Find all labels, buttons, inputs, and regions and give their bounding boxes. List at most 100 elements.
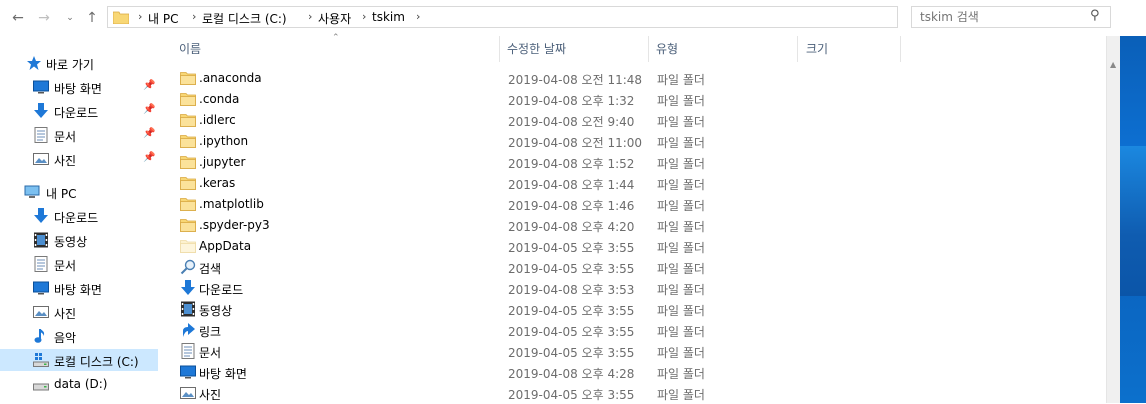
file-type: 파일 폴더 bbox=[657, 241, 705, 255]
breadcrumb-tskim[interactable]: tskim bbox=[372, 10, 405, 24]
nav-quick-documents[interactable]: 문서 📌 bbox=[0, 124, 158, 146]
forward-arrow-icon[interactable]: → bbox=[36, 10, 52, 26]
file-type: 파일 폴더 bbox=[657, 73, 705, 87]
file-row[interactable]: 문서 2019-04-05 오후 3:55 파일 폴더 bbox=[178, 341, 1098, 362]
file-type: 파일 폴더 bbox=[657, 283, 705, 297]
breadcrumb-separator-icon[interactable]: › bbox=[308, 10, 312, 23]
nav-label: 사진 bbox=[54, 307, 77, 321]
pin-icon[interactable]: 📌 bbox=[143, 104, 155, 116]
nav-label: 로컬 디스크 (C:) bbox=[54, 355, 139, 369]
column-divider[interactable] bbox=[797, 36, 798, 62]
recent-locations-chevron-icon[interactable]: ⌄ bbox=[62, 10, 78, 26]
nav-pc-documents[interactable]: 문서 bbox=[0, 253, 158, 275]
column-header-type[interactable]: 유형 bbox=[656, 40, 678, 57]
column-header-date[interactable]: 수정한 날짜 bbox=[507, 40, 566, 57]
document-icon bbox=[34, 256, 48, 272]
file-row[interactable]: .idlerc 2019-04-08 오전 9:40 파일 폴더 bbox=[178, 110, 1098, 131]
music-icon bbox=[34, 329, 45, 343]
breadcrumb-separator-icon[interactable]: › bbox=[416, 10, 420, 23]
file-name: .ipython bbox=[199, 134, 249, 148]
desktop-icon bbox=[180, 364, 196, 380]
file-row[interactable]: .conda 2019-04-08 오후 1:32 파일 폴더 bbox=[178, 89, 1098, 110]
file-type: 파일 폴더 bbox=[657, 388, 705, 402]
nav-pc-pictures[interactable]: 사진 bbox=[0, 301, 158, 323]
nav-this-pc[interactable]: 내 PC bbox=[0, 181, 158, 203]
nav-label: 바탕 화면 bbox=[54, 283, 102, 297]
file-row[interactable]: 바탕 화면 2019-04-08 오후 4:28 파일 폴더 bbox=[178, 362, 1098, 383]
file-row[interactable]: .ipython 2019-04-08 오전 11:00 파일 폴더 bbox=[178, 131, 1098, 152]
address-bar[interactable]: › 내 PC › 로컬 디스크 (C:) › 사용자 › tskim › ⌄ ↻ bbox=[107, 6, 999, 28]
breadcrumb-users[interactable]: 사용자 bbox=[318, 10, 351, 27]
scroll-up-arrow-icon[interactable]: ▲ bbox=[1110, 60, 1116, 69]
breadcrumb-separator-icon[interactable]: › bbox=[362, 10, 366, 23]
file-type: 파일 폴더 bbox=[657, 115, 705, 129]
file-type: 파일 폴더 bbox=[657, 325, 705, 339]
file-row[interactable]: .anaconda 2019-04-08 오전 11:48 파일 폴더 bbox=[178, 68, 1098, 89]
file-name: AppData bbox=[199, 239, 252, 253]
file-type: 파일 폴더 bbox=[657, 262, 705, 276]
column-divider[interactable] bbox=[900, 36, 901, 62]
star-icon bbox=[27, 56, 41, 70]
column-divider[interactable] bbox=[499, 36, 500, 62]
nav-pc-local-disk[interactable]: 로컬 디스크 (C:) bbox=[0, 349, 158, 371]
search-input[interactable] bbox=[920, 9, 1080, 25]
nav-pc-downloads[interactable]: 다운로드 bbox=[0, 205, 158, 227]
file-name: 사진 bbox=[199, 388, 222, 402]
back-arrow-icon[interactable]: ← bbox=[10, 10, 26, 26]
file-modified-date: 2019-04-08 오전 9:40 bbox=[508, 115, 635, 129]
file-modified-date: 2019-04-08 오후 4:20 bbox=[508, 220, 635, 234]
nav-quick-downloads[interactable]: 다운로드 📌 bbox=[0, 100, 158, 122]
nav-label: 음악 bbox=[54, 331, 77, 345]
column-header-name[interactable]: 이름 bbox=[179, 40, 201, 57]
pin-icon[interactable]: 📌 bbox=[143, 128, 155, 140]
search-icon bbox=[180, 259, 196, 275]
search-box[interactable]: ⚲ bbox=[911, 6, 1111, 28]
breadcrumb-this-pc[interactable]: 내 PC bbox=[148, 10, 178, 27]
column-header-size[interactable]: 크기 bbox=[806, 40, 828, 57]
nav-quick-desktop[interactable]: 바탕 화면 📌 bbox=[0, 76, 158, 98]
breadcrumb-local-disk[interactable]: 로컬 디스크 (C:) bbox=[202, 10, 287, 27]
folder-icon bbox=[180, 217, 196, 233]
nav-pc-music[interactable]: 음악 bbox=[0, 325, 158, 347]
file-row[interactable]: .keras 2019-04-08 오후 1:44 파일 폴더 bbox=[178, 173, 1098, 194]
breadcrumb-separator-icon[interactable]: › bbox=[192, 10, 196, 23]
search-icon[interactable]: ⚲ bbox=[1090, 8, 1100, 23]
folder-icon bbox=[180, 70, 196, 86]
drive-icon bbox=[33, 383, 49, 391]
file-modified-date: 2019-04-08 오전 11:00 bbox=[508, 136, 643, 150]
file-row[interactable]: .matplotlib 2019-04-08 오후 1:46 파일 폴더 bbox=[178, 194, 1098, 215]
nav-pc-videos[interactable]: 동영상 bbox=[0, 229, 158, 251]
pin-icon[interactable]: 📌 bbox=[143, 152, 155, 164]
file-row[interactable]: 링크 2019-04-05 오후 3:55 파일 폴더 bbox=[178, 320, 1098, 341]
breadcrumb-separator-icon[interactable]: › bbox=[138, 10, 142, 23]
column-divider[interactable] bbox=[648, 36, 649, 62]
download-icon bbox=[34, 208, 48, 223]
nav-pc-desktop[interactable]: 바탕 화면 bbox=[0, 277, 158, 299]
nav-quick-access[interactable]: 바로 가기 bbox=[0, 52, 158, 74]
file-row[interactable]: AppData 2019-04-05 오후 3:55 파일 폴더 bbox=[178, 236, 1098, 257]
file-row[interactable]: .spyder-py3 2019-04-08 오후 4:20 파일 폴더 bbox=[178, 215, 1098, 236]
file-row[interactable]: 사진 2019-04-05 오후 3:55 파일 폴더 bbox=[178, 383, 1098, 404]
nav-quick-pictures[interactable]: 사진 📌 bbox=[0, 148, 158, 170]
file-row[interactable]: 동영상 2019-04-05 오후 3:55 파일 폴더 bbox=[178, 299, 1098, 320]
document-icon bbox=[180, 343, 196, 359]
file-modified-date: 2019-04-05 오후 3:55 bbox=[508, 262, 635, 276]
file-row[interactable]: .jupyter 2019-04-08 오후 1:52 파일 폴더 bbox=[178, 152, 1098, 173]
file-name: 바탕 화면 bbox=[199, 367, 247, 381]
nav-label: data (D:) bbox=[54, 377, 108, 391]
file-type: 파일 폴더 bbox=[657, 136, 705, 150]
vertical-scrollbar[interactable]: ▲ bbox=[1106, 36, 1121, 403]
pin-icon[interactable]: 📌 bbox=[143, 80, 155, 92]
file-row[interactable]: 검색 2019-04-05 오후 3:55 파일 폴더 bbox=[178, 257, 1098, 278]
desktop-icon bbox=[33, 80, 49, 94]
file-row[interactable]: 다운로드 2019-04-08 오후 3:53 파일 폴더 bbox=[178, 278, 1098, 299]
desktop-icon bbox=[33, 281, 49, 295]
up-arrow-icon[interactable]: ↑ bbox=[84, 10, 100, 26]
file-modified-date: 2019-04-05 오후 3:55 bbox=[508, 325, 635, 339]
computer-icon bbox=[24, 185, 40, 198]
folder-icon bbox=[180, 112, 196, 128]
nav-pc-data-drive[interactable]: data (D:) bbox=[0, 373, 158, 395]
picture-icon bbox=[33, 153, 49, 165]
file-modified-date: 2019-04-08 오후 1:46 bbox=[508, 199, 635, 213]
folder-icon bbox=[180, 91, 196, 107]
